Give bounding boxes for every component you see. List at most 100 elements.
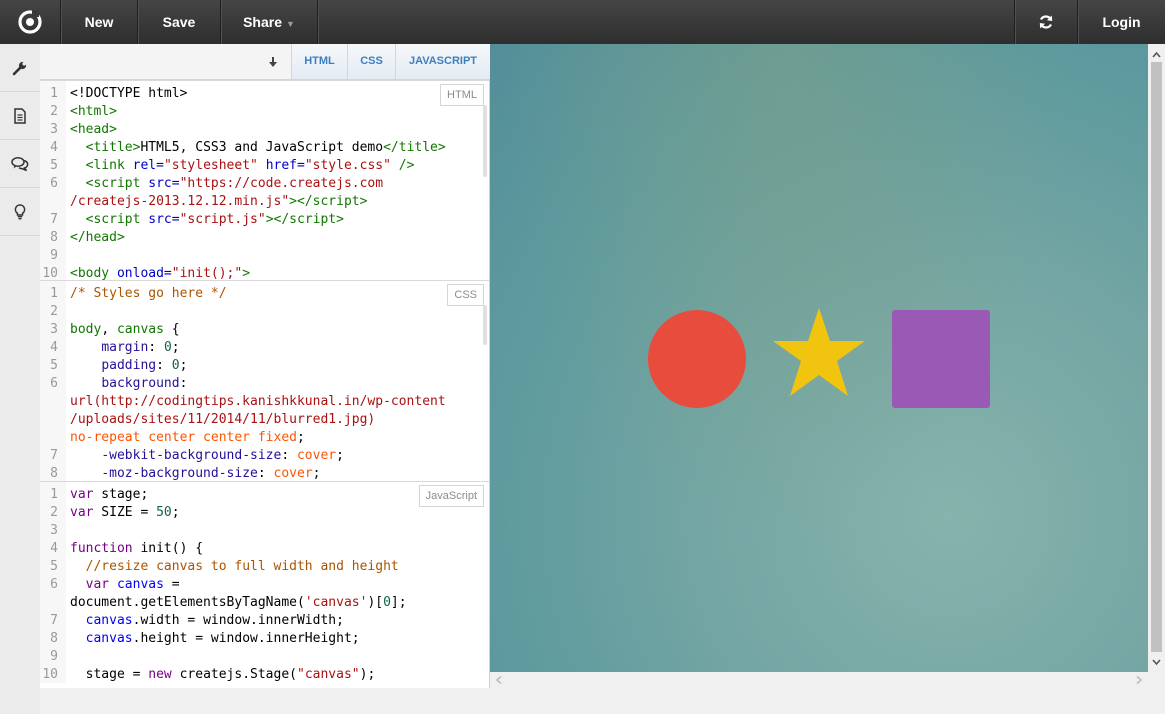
code-line[interactable]: 5 padding: 0; [40, 357, 485, 375]
collapse-button[interactable] [264, 44, 282, 79]
code-text: //resize canvas to full width and height [85, 559, 399, 574]
code-text: <head> [70, 122, 117, 137]
scroll-left-icon[interactable] [492, 672, 506, 688]
code-line[interactable]: no-repeat center center fixed; [40, 429, 485, 447]
code-line[interactable]: 5 //resize canvas to full width and heig… [40, 558, 485, 576]
code-line[interactable]: 3 body, canvas { [40, 321, 485, 339]
preview-pane[interactable] [490, 44, 1148, 672]
line-number: 7 [50, 613, 58, 628]
scroll-right-icon[interactable] [1132, 672, 1146, 688]
line-number: 9 [50, 649, 58, 664]
preview-horizontal-scrollbar[interactable] [490, 672, 1148, 688]
line-number: 10 [42, 667, 58, 682]
code-text: margin: 0; [101, 340, 180, 355]
code-line[interactable]: document.getElementsByTagName('canvas')[… [40, 594, 485, 612]
line-number: 3 [50, 523, 58, 538]
sidebar-item-settings[interactable] [0, 44, 40, 92]
login-button[interactable]: Login [1078, 0, 1165, 44]
code-line[interactable]: 3 [40, 522, 485, 540]
code-line[interactable]: 4 function init() { [40, 540, 485, 558]
code-line[interactable]: 4 margin: 0; [40, 339, 485, 357]
line-number [40, 429, 70, 447]
code-text: <body onload="init();"> [70, 266, 251, 281]
scrollbar-thumb[interactable] [1151, 62, 1162, 652]
share-button[interactable]: Share ▼ [221, 0, 317, 44]
code-line[interactable]: 2 [40, 303, 485, 321]
code-line[interactable]: 8 </head> [40, 229, 485, 247]
code-line[interactable]: 8 -moz-background-size: cover; [40, 465, 485, 482]
code-line[interactable]: 6 var canvas = [40, 576, 485, 594]
scroll-up-icon[interactable] [1148, 48, 1165, 62]
code-text: /uploads/sites/11/2014/11/blurred1.jpg) [70, 412, 376, 427]
code-line[interactable]: url(http://codingtips.kanishkkunal.in/wp… [40, 393, 485, 411]
line-number: 8 [50, 466, 58, 481]
code-line[interactable]: 10 stage = new createjs.Stage("canvas"); [40, 666, 485, 683]
code-text: -moz-background-size: cover; [101, 466, 321, 481]
html-editor-pane[interactable]: 1 <!DOCTYPE html> 2 <html> 3 <head> 4 <title>H… [40, 80, 489, 281]
code-text: stage = new createjs.Stage("canvas"); [70, 667, 376, 682]
line-number: 5 [50, 559, 58, 574]
code-line[interactable]: 4 <title>HTML5, CSS3 and JavaScript demo… [40, 139, 485, 157]
code-text: function init() { [70, 541, 204, 556]
code-line[interactable]: 9 [40, 247, 485, 265]
css-editor-pane[interactable]: 1 /* Styles go here */ 2 3 body, canvas {4 m… [40, 280, 489, 482]
code-area[interactable]: 1 <!DOCTYPE html> 2 <html> 3 <head> 4 <title>H… [40, 85, 485, 281]
code-line[interactable]: /uploads/sites/11/2014/11/blurred1.jpg) [40, 411, 485, 429]
logo[interactable] [0, 0, 60, 44]
purple-square [892, 310, 990, 408]
line-number [40, 193, 70, 211]
new-button[interactable]: New [61, 0, 137, 44]
code-line[interactable]: 5 <link rel="stylesheet" href="style.css… [40, 157, 485, 175]
code-line[interactable]: 6 <script src="https://code.createjs.com [40, 175, 485, 193]
code-line[interactable]: 8 canvas.height = window.innerHeight; [40, 630, 485, 648]
code-text: canvas.width = window.innerWidth; [85, 613, 344, 628]
scrollbar[interactable] [483, 105, 487, 177]
line-number: 3 [50, 322, 58, 337]
code-line[interactable]: 7 <script src="script.js"></script> [40, 211, 485, 229]
javascript-mode-badge: JavaScript [418, 485, 484, 507]
refresh-button[interactable] [1015, 0, 1077, 44]
code-line[interactable]: /createjs-2013.12.12.min.js"></script> [40, 193, 485, 211]
line-number: 5 [50, 158, 58, 173]
code-line[interactable]: 7 -webkit-background-size: cover; [40, 447, 485, 465]
html-mode-badge: HTML [440, 84, 484, 106]
line-number: 2 [50, 505, 58, 520]
left-sidebar [0, 44, 41, 714]
code-line[interactable]: 6 background: [40, 375, 485, 393]
line-number: 6 [50, 176, 58, 191]
javascript-editor-pane[interactable]: 1 var stage; 2 var SIZE = 50; 3 4 function ini… [40, 481, 489, 683]
sidebar-item-chat[interactable] [0, 140, 40, 188]
code-text: padding: 0; [101, 358, 188, 373]
wrench-icon [12, 61, 27, 75]
line-number: 3 [50, 122, 58, 137]
code-line[interactable]: 10 <body onload="init();"> [40, 265, 485, 281]
code-line[interactable]: 1 <!DOCTYPE html> [40, 85, 485, 103]
status-strip [40, 688, 1165, 714]
line-number: 4 [50, 140, 58, 155]
scrollbar[interactable] [483, 305, 487, 345]
code-line[interactable]: 9 [40, 648, 485, 666]
top-toolbar: New Save Share ▼ Login [0, 0, 1165, 44]
tab-html[interactable]: HTML [291, 44, 347, 79]
code-line[interactable]: 3 <head> [40, 121, 485, 139]
code-line[interactable]: 1 /* Styles go here */ [40, 285, 485, 303]
scroll-down-icon[interactable] [1148, 655, 1165, 669]
document-icon [14, 107, 26, 124]
editor-tab-bar: HTML CSS JAVASCRIPT [40, 44, 490, 80]
tab-javascript[interactable]: JAVASCRIPT [395, 44, 490, 79]
sidebar-item-tips[interactable] [0, 188, 40, 236]
code-text: <!DOCTYPE html> [70, 86, 188, 101]
code-text: <script src="https://code.createjs.com [85, 176, 384, 191]
preview-vertical-scrollbar[interactable] [1148, 44, 1165, 672]
code-area[interactable]: 1 /* Styles go here */ 2 3 body, canvas {4 m… [40, 285, 485, 482]
code-line[interactable]: 2 <html> [40, 103, 485, 121]
code-line[interactable]: 7 canvas.width = window.innerWidth; [40, 612, 485, 630]
tab-html-label: HTML [304, 55, 335, 67]
refresh-icon [1039, 15, 1053, 29]
line-number: 7 [50, 448, 58, 463]
tab-css[interactable]: CSS [347, 44, 395, 79]
sidebar-item-files[interactable] [0, 92, 40, 140]
code-area[interactable]: 1 var stage; 2 var SIZE = 50; 3 4 function ini… [40, 486, 485, 683]
chat-bubbles-icon [11, 156, 29, 171]
save-button[interactable]: Save [138, 0, 220, 44]
